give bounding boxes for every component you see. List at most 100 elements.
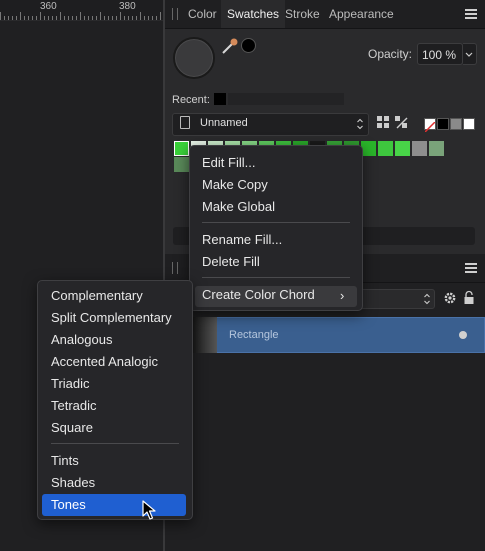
submenu-analogous[interactable]: Analogous [51, 332, 112, 347]
swatch[interactable] [174, 157, 189, 172]
ruler-tick [28, 16, 29, 20]
add-swatch-icon[interactable] [376, 115, 392, 131]
horizontal-ruler: 360 380 [0, 0, 163, 21]
ruler-tick [140, 12, 141, 20]
layers-grip-icon[interactable] [172, 262, 178, 274]
ruler-tick [36, 16, 37, 20]
ruler-tick [48, 16, 49, 20]
opacity-input[interactable]: 100 % [417, 43, 463, 65]
panel-grip-icon[interactable] [172, 8, 178, 20]
swatch[interactable] [361, 141, 376, 156]
tab-swatches[interactable]: Swatches [221, 0, 286, 28]
ruler-tick [160, 12, 161, 20]
ruler-tick [88, 16, 89, 20]
menu-separator [202, 222, 350, 223]
ruler-tick [92, 16, 93, 20]
ruler-tick [144, 16, 145, 20]
swatch[interactable] [378, 141, 393, 156]
ruler-tick [40, 12, 41, 20]
recent-swatch-strip [228, 93, 344, 105]
color-chord-submenu: Complementary Split Complementary Analog… [37, 280, 193, 520]
remove-swatch-icon[interactable] [394, 115, 410, 131]
ruler-tick [8, 16, 9, 20]
lock-icon[interactable] [463, 290, 475, 305]
opacity-label: Opacity: [368, 47, 413, 61]
layer-name: Rectangle [229, 329, 279, 341]
white-chip[interactable] [463, 118, 475, 130]
no-fill-chip[interactable] [424, 118, 436, 133]
swatch[interactable] [412, 141, 427, 156]
menu-edit-fill[interactable]: Edit Fill... [202, 155, 255, 170]
palette-name: Unnamed [200, 117, 248, 129]
ruler-tick [128, 16, 129, 20]
submenu-split-complementary[interactable]: Split Complementary [51, 310, 172, 325]
chevron-updown-icon [424, 293, 430, 305]
ruler-tick [116, 16, 117, 20]
ruler-tick [76, 16, 77, 20]
blend-mode-select[interactable] [355, 289, 435, 309]
submenu-tints[interactable]: Tints [51, 453, 79, 468]
no-fill-icon [424, 121, 436, 133]
menu-delete-fill[interactable]: Delete Fill [202, 254, 260, 269]
gear-icon[interactable] [443, 291, 457, 305]
swatch[interactable] [429, 141, 444, 156]
ruler-tick [64, 16, 65, 20]
ruler-tick [156, 16, 157, 20]
ruler-tick [104, 16, 105, 20]
layers-menu-icon[interactable] [465, 263, 477, 273]
menu-create-color-chord[interactable]: Create Color Chord [202, 287, 315, 302]
ruler-tick [112, 16, 113, 20]
ruler-tick [96, 16, 97, 20]
ruler-tick [16, 16, 17, 20]
fill-color-well[interactable] [173, 37, 215, 79]
ruler-tick [56, 16, 57, 20]
layer-visibility-dot[interactable] [459, 331, 467, 339]
ruler-tick [12, 16, 13, 20]
submenu-square[interactable]: Square [51, 420, 93, 435]
submenu-tetradic[interactable]: Tetradic [51, 398, 97, 413]
submenu-tones[interactable]: Tones [51, 497, 86, 512]
ruler-tick [124, 16, 125, 20]
submenu-triadic[interactable]: Triadic [51, 376, 90, 391]
ruler-tick [68, 16, 69, 20]
opacity-dropdown-button[interactable] [463, 43, 477, 65]
ruler-tick [60, 12, 61, 20]
menu-rename-fill[interactable]: Rename Fill... [202, 232, 282, 247]
swatch[interactable] [395, 141, 410, 156]
ruler-tick [72, 16, 73, 20]
ruler-tick [4, 16, 5, 20]
chevron-right-icon: › [340, 288, 345, 303]
ruler-tick [152, 16, 153, 20]
submenu-accented-analogic[interactable]: Accented Analogic [51, 354, 158, 369]
swatch[interactable] [174, 141, 189, 156]
submenu-shades[interactable]: Shades [51, 475, 95, 490]
submenu-separator [51, 443, 179, 444]
layer-thumbnail [193, 317, 217, 353]
ruler-tick [32, 16, 33, 20]
ruler-tick [44, 16, 45, 20]
ruler-label-380: 380 [119, 1, 136, 12]
menu-separator [202, 277, 350, 278]
ruler-tick [84, 16, 85, 20]
panel-tab-bar: Color Swatches Stroke Appearance [165, 0, 485, 29]
tab-stroke[interactable]: Stroke [279, 0, 326, 28]
stroke-color-well[interactable] [241, 38, 256, 53]
ruler-tick [148, 16, 149, 20]
ruler-tick [52, 16, 53, 20]
ruler-tick [108, 16, 109, 20]
tab-appearance[interactable]: Appearance [323, 0, 400, 28]
recent-swatch[interactable] [214, 93, 226, 105]
gray-chip[interactable] [450, 118, 462, 130]
submenu-complementary[interactable]: Complementary [51, 288, 143, 303]
panel-menu-icon[interactable] [465, 9, 477, 19]
menu-make-copy[interactable]: Make Copy [202, 177, 268, 192]
ruler-tick [100, 12, 101, 20]
tab-color[interactable]: Color [182, 0, 223, 28]
ruler-tick [0, 12, 1, 20]
document-icon [180, 116, 190, 129]
chevron-down-icon [465, 52, 473, 57]
menu-make-global[interactable]: Make Global [202, 199, 275, 214]
chevron-updown-icon [357, 118, 363, 130]
black-chip[interactable] [437, 118, 449, 130]
eyedropper-icon[interactable] [220, 36, 240, 56]
